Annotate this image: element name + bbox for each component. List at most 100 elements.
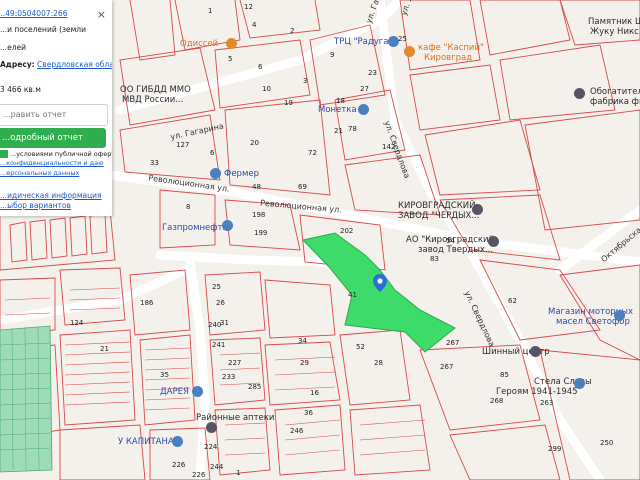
cafe-icon[interactable]: [404, 46, 415, 57]
parcel-number: 10: [262, 85, 271, 93]
poi-label[interactable]: У КАПИТАНА: [118, 438, 174, 447]
shop-icon[interactable]: [172, 436, 183, 447]
parcel-number: 21: [100, 345, 109, 353]
cafe-icon[interactable]: [226, 38, 237, 49]
parcel-number: 5: [228, 55, 233, 63]
parcel-number: 250: [600, 439, 614, 447]
legal-info-link[interactable]: ...идическая информация: [0, 191, 102, 201]
poi-label[interactable]: Памятник Штей...: [588, 18, 640, 27]
shop-icon[interactable]: [358, 104, 369, 115]
map-marker-icon[interactable]: [373, 274, 387, 292]
pharmacy-icon[interactable]: [206, 422, 217, 433]
parcel-number: 26: [216, 299, 225, 307]
cadastral-number-link[interactable]: ...49:0504007:266: [0, 9, 67, 19]
poi-label[interactable]: Газпромнефть: [162, 224, 228, 233]
poi-label[interactable]: Районные аптеки: [196, 414, 274, 423]
parcel-number: 35: [160, 371, 169, 379]
factory-icon[interactable]: [488, 236, 499, 247]
poi-label[interactable]: завод Твердых...: [418, 246, 493, 255]
shop-icon[interactable]: [210, 168, 221, 179]
parcel-number: 6: [210, 149, 215, 157]
poi-label[interactable]: Кировград: [424, 54, 472, 63]
parcel-number: 244: [210, 463, 224, 471]
options-link[interactable]: ...ыбор вариантов: [0, 201, 71, 211]
parcel-number: 226: [172, 461, 186, 469]
poi-label[interactable]: ДАРЕЯ: [160, 388, 189, 397]
email-input[interactable]: ...равить отчет: [0, 104, 108, 126]
poi-label[interactable]: Жуку Никс...: [590, 28, 640, 37]
factory-icon[interactable]: [574, 88, 585, 99]
address-link[interactable]: Свердловская область, ...: [37, 60, 112, 69]
parcel-number: 233: [222, 373, 236, 381]
parcel-number: 31: [220, 319, 229, 327]
poi-label[interactable]: КИРОВГРАДСКИЙ: [398, 202, 476, 211]
parcel-number: 29: [300, 359, 309, 367]
poi-label[interactable]: МВД России...: [122, 96, 183, 105]
poi-label[interactable]: Обогатитель...: [590, 88, 640, 97]
poi-label[interactable]: фабрика фили...: [590, 98, 640, 107]
poi-label[interactable]: ТРЦ "Радуга": [334, 38, 392, 47]
parcel-number: 34: [298, 337, 307, 345]
address-label: Адресу:: [0, 60, 35, 69]
land-category: ...и поселений (земли: [0, 25, 86, 34]
parcel-number: 4: [252, 21, 257, 29]
parcel-number: 6: [258, 63, 263, 71]
parcel-number: 224: [204, 443, 218, 451]
parcel-number: 85: [500, 371, 509, 379]
parcel-number: 54: [446, 237, 455, 245]
factory-icon[interactable]: [472, 204, 483, 215]
terms-text: ...условиями публичной оферты: [10, 150, 112, 158]
parcel-number: 28: [374, 359, 383, 367]
parcel-number: 18: [336, 97, 345, 105]
parcel-number: 62: [508, 297, 517, 305]
parcel-number: 241: [212, 341, 226, 349]
parcel-number: 52: [356, 343, 365, 351]
parcel-number: 83: [430, 255, 439, 263]
poi-label[interactable]: ЗАВОД "ЧЕРДЫХ...: [398, 212, 479, 221]
poi-label[interactable]: Одиссей: [180, 40, 218, 49]
parcel-number: 2: [290, 27, 295, 35]
parcel-number: 36: [304, 409, 313, 417]
terms-checkbox[interactable]: [0, 150, 8, 158]
personal-data-link[interactable]: ...ерсональных данных: [0, 169, 79, 177]
parcel-number: 1: [236, 469, 241, 477]
parcel-number: 3: [303, 77, 308, 85]
parcel-number: 72: [308, 149, 317, 157]
detailed-report-button[interactable]: ...одробный отчет: [0, 128, 106, 148]
poi-label[interactable]: Героям 1941-1945: [496, 388, 578, 397]
parcel-number: 20: [250, 139, 259, 147]
parcel-number: 8: [186, 203, 191, 211]
parcel-number: 27: [360, 85, 369, 93]
parcel-number: 124: [70, 319, 84, 327]
parcel-number: 25: [398, 35, 407, 43]
parcel-number: 263: [540, 399, 554, 407]
poi-label[interactable]: кафе "Каспий": [418, 44, 484, 53]
fuel-icon[interactable]: [222, 220, 233, 231]
parcel-number: 25: [212, 283, 221, 291]
parcel-number: 12: [244, 3, 253, 11]
parcel-number: 33: [150, 159, 159, 167]
parcel-number: 78: [348, 125, 357, 133]
parcel-area: 3 466 кв.м: [0, 85, 41, 94]
poi-label[interactable]: Фермер: [224, 170, 259, 179]
parcel-number: 198: [252, 211, 266, 219]
parcel-number: 226: [192, 471, 206, 479]
landmark-icon[interactable]: [574, 378, 585, 389]
parcel-number: 19: [284, 99, 293, 107]
parcel-number: 267: [440, 363, 454, 371]
parcel-number: 9: [330, 51, 335, 59]
close-icon[interactable]: ×: [97, 8, 106, 21]
parcel-number: 299: [548, 445, 562, 453]
shop-icon[interactable]: [614, 310, 625, 321]
parcel-number: 268: [490, 397, 504, 405]
service-icon[interactable]: [530, 346, 541, 357]
shop-icon[interactable]: [192, 386, 203, 397]
parcel-number: 21: [334, 127, 343, 135]
parcel-number: 267: [446, 339, 460, 347]
privacy-link[interactable]: ...конфиденциальности и даю: [0, 159, 104, 167]
poi-label[interactable]: Монетка: [318, 106, 357, 115]
poi-label[interactable]: ОО ГИБДД ММО: [120, 86, 191, 95]
parcel-number: 199: [254, 229, 268, 237]
parcel-number: 142: [382, 143, 396, 151]
parcel-number: 23: [368, 69, 377, 77]
